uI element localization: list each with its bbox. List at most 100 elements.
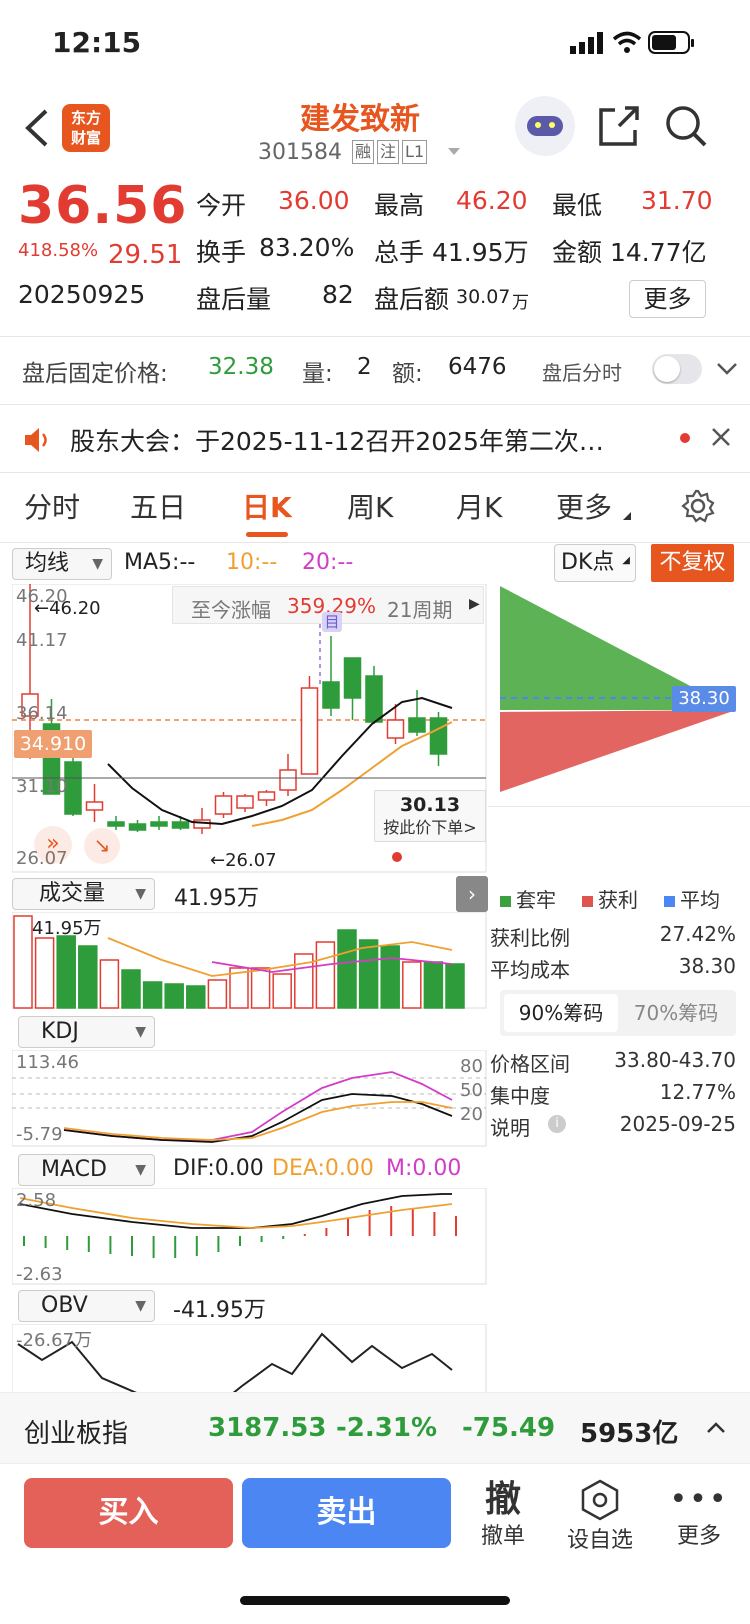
macd-chart[interactable] [12, 1188, 488, 1286]
add-watchlist-button[interactable]: 设自选 [560, 1478, 640, 1558]
chevron-up-icon[interactable] [706, 1421, 726, 1435]
chevron-right-icon: ▶ [469, 596, 480, 612]
collapse-panel-button[interactable]: › [456, 876, 488, 912]
ma-select[interactable]: 均线 ▼ [12, 548, 112, 580]
diagonal-arrow-icon[interactable]: ↘ [84, 828, 120, 864]
turnover-value: 83.20% [259, 233, 355, 262]
chip-legend: 套牢 获利 平均 [500, 884, 720, 913]
volume-bar [186, 985, 206, 1009]
legend-profit: 获利 [582, 884, 638, 913]
robot-avatar-icon[interactable] [515, 96, 575, 156]
more-label: 更多 [676, 1524, 721, 1549]
candle-body [343, 657, 362, 699]
tab-chip-70[interactable]: 70%筹码 [620, 994, 732, 1032]
home-indicator [240, 1596, 510, 1605]
chevron-down-icon[interactable] [716, 361, 738, 377]
macd-dif: DIF:0.00 [173, 1156, 264, 1181]
change-percent: 418.58% [18, 240, 99, 261]
tab-daily-k[interactable]: 日K [242, 486, 292, 526]
gear-icon[interactable] [680, 488, 716, 524]
close-icon[interactable] [710, 426, 732, 448]
signal-icon [570, 32, 603, 54]
kdj-select-label: KDJ [41, 1019, 79, 1044]
candle-body [365, 675, 383, 723]
current-line-tag[interactable]: 34.910 [14, 730, 92, 758]
dk-point-button[interactable]: DK点 ◢ [554, 544, 636, 582]
caret-icon: ▼ [92, 556, 103, 572]
app-logo: 东方 财富 [62, 104, 110, 152]
volume-select[interactable]: 成交量 ▼ [12, 878, 155, 910]
kdj-level-50: 50 [460, 1080, 483, 1101]
macd-select[interactable]: MACD ▼ [18, 1154, 155, 1186]
badge: 融 [352, 140, 375, 164]
low-value: 31.70 [641, 186, 713, 215]
low-label: 最低 [552, 191, 603, 220]
obv-select[interactable]: OBV ▼ [18, 1290, 155, 1322]
info-icon[interactable]: i [548, 1115, 566, 1133]
tab-more[interactable]: 更多 [556, 486, 612, 526]
ma10-label: 10:-- [226, 550, 278, 575]
cancel-icon: 撤 [484, 1479, 521, 1520]
note-date: 2025-09-25 [619, 1112, 736, 1136]
price-axis-3: 36.14 [16, 703, 68, 724]
index-amount: 5953亿 [580, 1419, 679, 1449]
watchlist-icon [581, 1479, 619, 1521]
note-label: 说明 [490, 1116, 530, 1140]
search-icon[interactable] [664, 104, 708, 150]
volume-bar [315, 941, 336, 1009]
current-price: 36.56 [18, 176, 188, 236]
caret-icon: ▼ [135, 1162, 146, 1178]
tab-fenshi[interactable]: 分时 [24, 486, 80, 526]
volume-bar [207, 979, 228, 1009]
buy-button[interactable]: 买入 [24, 1478, 233, 1548]
chevron-down-icon[interactable] [446, 146, 462, 158]
kdj-chart[interactable] [12, 1050, 488, 1148]
macd-axis-top: 2.58 [16, 1190, 57, 1211]
avg-cost-label: 平均成本 [490, 958, 570, 982]
candle-body [300, 687, 319, 775]
tab-indicator [246, 532, 288, 537]
volume-bar [99, 959, 120, 1009]
more-actions-button[interactable]: ••• 更多 [666, 1478, 732, 1558]
unread-dot [680, 433, 690, 443]
index-change: -75.49 [462, 1413, 556, 1443]
kdj-select[interactable]: KDJ ▼ [18, 1016, 155, 1048]
ma-select-label: 均线 [25, 551, 70, 576]
cancel-order-button[interactable]: 撤 撤单 [470, 1478, 536, 1558]
wifi-icon [612, 31, 642, 53]
status-bar: 12:15 [0, 0, 750, 90]
range-label: 价格区间 [490, 1052, 570, 1076]
time-share-toggle[interactable] [652, 354, 702, 384]
volume-bar [121, 969, 141, 1009]
tab-five-day[interactable]: 五日 [130, 486, 186, 526]
volume-value: 41.95万 [432, 238, 529, 267]
after-amt-label: 盘后额 [374, 285, 450, 314]
candle-body [386, 719, 405, 739]
notice-text[interactable]: 股东大会：于2025-11-12召开2025年第二次… [70, 422, 604, 458]
event-marker[interactable]: 目 [322, 612, 342, 632]
fixed-amount-label: 额: [392, 361, 423, 387]
fuquan-button[interactable]: 不复权 [651, 544, 734, 582]
stock-badges: 融 注 L1 [352, 140, 428, 164]
sell-button[interactable]: 卖出 [242, 1478, 451, 1548]
candle-body [214, 795, 233, 815]
tab-chip-90[interactable]: 90%筹码 [504, 994, 618, 1032]
more-quote-button[interactable]: 更多 [629, 280, 706, 318]
volume-bar [402, 961, 422, 1009]
share-icon[interactable] [597, 104, 641, 148]
kdj-axis-bottom: -5.79 [16, 1124, 63, 1145]
order-price-box[interactable]: 30.13 按此价下单> [374, 790, 486, 842]
back-icon[interactable] [22, 108, 52, 148]
avg-cost-value: 38.30 [678, 954, 736, 978]
tab-weekly-k[interactable]: 周K [347, 486, 393, 526]
double-chevron-icon[interactable]: » [34, 826, 72, 864]
tab-monthly-k[interactable]: 月K [456, 486, 502, 526]
obv-select-label: OBV [41, 1293, 88, 1318]
gain-label: 至今涨幅 [191, 598, 271, 622]
nav-bar: 东方 财富 建发致新 301584 融 注 L1 [0, 90, 750, 185]
gain-period: 21周期 [387, 598, 453, 622]
index-bar[interactable]: 创业板指 3187.53 -2.31% -75.49 5953亿 [0, 1392, 750, 1464]
candle-body [171, 821, 190, 829]
legend-average-label: 平均 [680, 888, 720, 912]
qty-value: 2 [357, 354, 372, 380]
